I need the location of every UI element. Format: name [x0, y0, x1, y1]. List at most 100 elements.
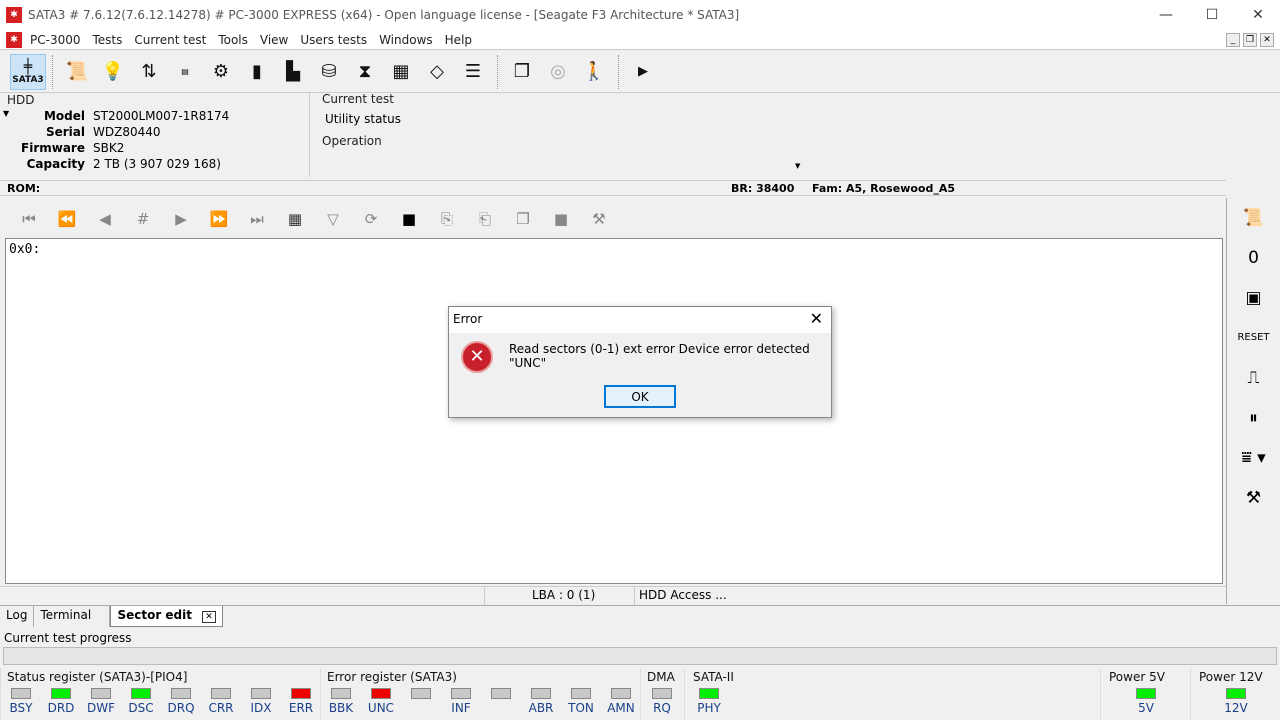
close-button[interactable]: ✕: [1235, 0, 1280, 30]
first-sector-icon[interactable]: ⏮: [10, 210, 48, 228]
tools-icon[interactable]: ⚒: [1227, 478, 1280, 518]
menu-tools[interactable]: Tools: [212, 33, 254, 47]
sector-toolbar: ⏮ ⏪ ◀ # ▶ ⏩ ⏭ ▦ ▽ ⟳ ■ ⎘ ⎗ ❐ ■ ⚒: [0, 200, 1226, 238]
menu-users-tests[interactable]: Users tests: [294, 33, 373, 47]
toolbar-separator: [618, 54, 619, 89]
led-bbk: BBK: [321, 688, 361, 715]
goto-sector-icon[interactable]: #: [124, 210, 162, 228]
chip-icon[interactable]: ▮: [239, 54, 275, 90]
led-err: ERR: [281, 688, 321, 715]
windows-icon[interactable]: ❐: [504, 54, 540, 90]
error-register: Error register (SATA3) BBK UNC INF ABR TON AM…: [320, 668, 640, 720]
led-dsc: DSC: [121, 688, 161, 715]
error-dialog: Error ✕ ✕ Read sectors (0-1) ext error De…: [448, 306, 832, 418]
mdi-logo-icon: ✱: [6, 31, 22, 48]
save-icon[interactable]: ⎘: [428, 210, 466, 228]
led-idx: IDX: [241, 688, 281, 715]
main-toolbar: ╪ SATA3 📜 💡 ⇅ ▤ ⚙ ▮ ▙ ⛁ ⧗ ▦ ◇ ☰ ❐ ◎ 🚶 ▶: [0, 51, 1280, 93]
mdi-close-button[interactable]: ✕: [1260, 32, 1274, 47]
current-test-value: Utility status: [325, 112, 401, 126]
app-logo-icon: ✱: [6, 7, 22, 23]
rom-label: ROM:: [7, 182, 41, 195]
led-unc: UNC: [361, 688, 401, 715]
close-tab-icon[interactable]: ✕: [202, 611, 216, 623]
lba-icon[interactable]: ▦: [276, 210, 314, 228]
tools-icon[interactable]: ⚒: [580, 210, 618, 228]
paste-icon[interactable]: ■: [542, 210, 580, 228]
more-arrow-icon[interactable]: ▶: [625, 54, 661, 90]
dialog-message: Read sectors (0-1) ext error Device erro…: [509, 342, 810, 370]
heads-icon[interactable]: ⧗: [347, 54, 383, 90]
tab-terminal[interactable]: Terminal: [34, 606, 111, 627]
plug-icon: ╪: [23, 58, 33, 75]
menu-windows[interactable]: Windows: [373, 33, 439, 47]
filter-icon[interactable]: ▽: [314, 210, 352, 228]
led-dwf: DWF: [81, 688, 121, 715]
hdd-capacity-row: Capacity 2 TB (3 907 029 168): [26, 157, 221, 171]
mdi-restore-button[interactable]: ❐: [1243, 32, 1257, 47]
signal-icon[interactable]: ⎍: [1227, 358, 1280, 398]
baud-rate-icon[interactable]: ▤: [167, 54, 203, 90]
reset-icon[interactable]: RESET: [1227, 318, 1280, 358]
led-5v: 5V: [1126, 688, 1166, 715]
progress-title: Current test progress: [4, 631, 132, 645]
minimize-button[interactable]: —: [1143, 0, 1189, 30]
disk-stack-icon[interactable]: ◎: [540, 54, 576, 90]
led-crr: CRR: [201, 688, 241, 715]
rewind-icon[interactable]: ⏪: [48, 210, 86, 228]
prev-sector-icon[interactable]: ◀: [86, 210, 124, 228]
zero-head-icon[interactable]: 0: [1227, 238, 1280, 278]
led-drq: DRQ: [161, 688, 201, 715]
led-abr: ABR: [521, 688, 561, 715]
ok-button[interactable]: OK: [604, 385, 676, 408]
refresh-icon[interactable]: ⟳: [352, 210, 390, 228]
menu-view[interactable]: View: [254, 33, 294, 47]
fast-forward-icon[interactable]: ⏩: [200, 210, 238, 228]
database-icon[interactable]: ⛁: [311, 54, 347, 90]
heads-dropdown-icon[interactable]: ⩸ ▾: [1227, 438, 1280, 478]
led-phy: PHY: [689, 688, 729, 715]
menu-help[interactable]: Help: [439, 33, 478, 47]
toolbar-separator: [497, 54, 498, 89]
last-sector-icon[interactable]: ⏭: [238, 210, 276, 228]
flowchart-icon[interactable]: ◇: [419, 54, 455, 90]
maximize-button[interactable]: ☐: [1189, 0, 1235, 30]
gear-disk-icon[interactable]: ⚙: [203, 54, 239, 90]
load-icon[interactable]: ⎗: [466, 210, 504, 228]
list-icon[interactable]: ☰: [455, 54, 491, 90]
board-icon[interactable]: ▣: [1227, 278, 1280, 318]
dma-register: DMA RQ: [640, 668, 684, 720]
led-bsy: BSY: [1, 688, 41, 715]
scroll-info-icon[interactable]: 📜: [59, 54, 95, 90]
menu-bar: ✱ PC-3000 Tests Current test Tools View …: [0, 30, 1280, 50]
dialog-title: Error: [453, 312, 483, 326]
lightbulb-icon[interactable]: 💡: [95, 54, 131, 90]
power-switch-icon[interactable]: ⇅: [131, 54, 167, 90]
power-12v: Power 12V 12V: [1190, 668, 1280, 720]
pause-icon[interactable]: ⏸: [1227, 398, 1280, 438]
mdi-minimize-button[interactable]: _: [1226, 32, 1240, 47]
hdd-firmware-row: Firmware SBK2: [21, 141, 125, 155]
next-sector-icon[interactable]: ▶: [162, 210, 200, 228]
dialog-close-button[interactable]: ✕: [810, 309, 823, 328]
led-unused: [401, 688, 441, 701]
grid-icon[interactable]: ▦: [383, 54, 419, 90]
operation-dropdown-icon[interactable]: ▼: [795, 162, 800, 170]
menu-current-test[interactable]: Current test: [128, 33, 212, 47]
stop-icon[interactable]: ■: [390, 210, 428, 228]
copy-icon[interactable]: ❐: [504, 210, 542, 228]
menu-pc3000[interactable]: PC-3000: [24, 33, 86, 47]
br-label: BR: 38400: [731, 182, 795, 195]
hdd-model-row: Model ST2000LM007-1R8174: [43, 109, 230, 123]
error-icon: ✕: [461, 341, 493, 373]
board-icon[interactable]: ▙: [275, 54, 311, 90]
exit-icon[interactable]: 🚶: [576, 54, 612, 90]
tab-sector-edit[interactable]: Sector edit ✕: [110, 606, 223, 627]
family-label: Fam: A5, Rosewood_A5: [812, 182, 956, 195]
status-bar: LBA : 0 (1) HDD Access ...: [0, 586, 1226, 605]
menu-tests[interactable]: Tests: [86, 33, 128, 47]
tab-log[interactable]: Log: [0, 606, 35, 627]
right-sidebar: 📜 0 ▣ RESET ⎍ ⏸ ⩸ ▾ ⚒: [1226, 198, 1280, 604]
scroll-info-icon[interactable]: 📜: [1227, 198, 1280, 238]
sata3-button[interactable]: ╪ SATA3: [10, 53, 46, 90]
